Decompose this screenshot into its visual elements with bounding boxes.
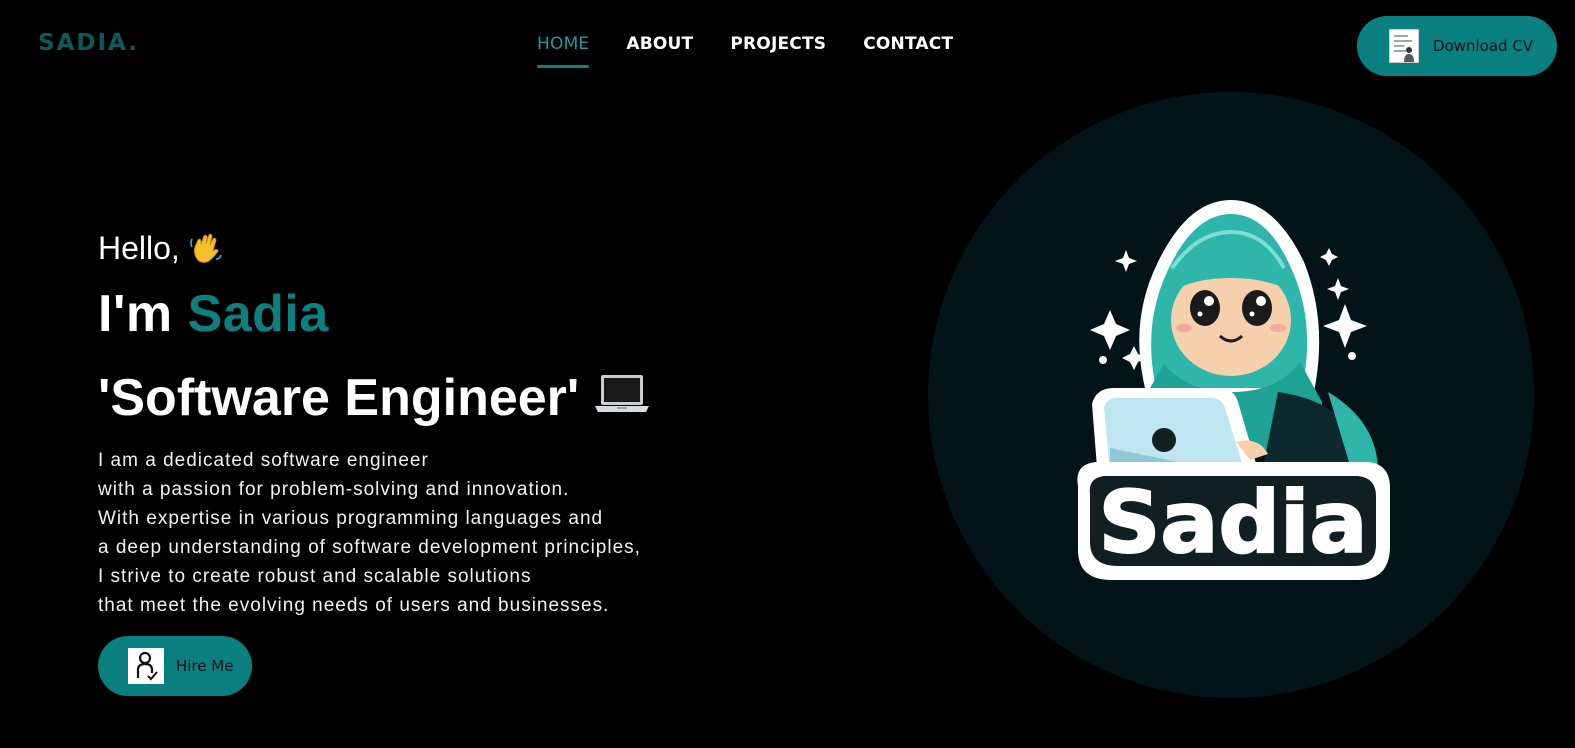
description-line: I am a dedicated software engineer: [98, 450, 429, 471]
laptop-icon: [593, 368, 651, 428]
waving-hand-icon: [180, 230, 223, 266]
intro-prefix: I'm: [98, 285, 173, 343]
download-cv-label: Download CV: [1433, 37, 1534, 55]
nav-home[interactable]: HOME: [537, 34, 590, 68]
greeting: Hello,: [98, 230, 223, 267]
person-check-icon: [128, 648, 164, 684]
hero-title: I'm Sadia: [98, 284, 329, 344]
download-cv-button[interactable]: Download CV: [1357, 16, 1557, 76]
hero-description: I am a dedicated software engineer with …: [98, 446, 738, 620]
hire-me-label: Hire Me: [176, 657, 234, 675]
description-line: With expertise in various programming la…: [98, 508, 604, 529]
nav-projects[interactable]: PROJECTS: [730, 34, 826, 68]
hijabi-girl-laptop-avatar: Sadia: [1077, 200, 1390, 580]
resume-document-icon: [1389, 29, 1419, 63]
site-logo[interactable]: SADIA.: [38, 30, 139, 56]
nav-contact[interactable]: CONTACT: [863, 34, 953, 68]
description-line: I strive to create robust and scalable s…: [98, 566, 532, 587]
hire-me-button[interactable]: Hire Me: [98, 636, 252, 696]
description-line: a deep understanding of software develop…: [98, 537, 641, 558]
avatar-circle: Sadia: [928, 92, 1534, 698]
avatar-name-text: Sadia: [1098, 473, 1367, 573]
description-line: that meet the evolving needs of users an…: [98, 595, 610, 616]
greeting-text: Hello,: [98, 230, 180, 266]
role-text: 'Software Engineer': [98, 369, 580, 427]
description-line: with a passion for problem-solving and i…: [98, 479, 570, 500]
main-nav: HOME ABOUT PROJECTS CONTACT: [537, 34, 953, 68]
nav-about[interactable]: ABOUT: [626, 34, 693, 68]
hero-role: 'Software Engineer': [98, 368, 651, 428]
hero-name: Sadia: [187, 285, 329, 343]
